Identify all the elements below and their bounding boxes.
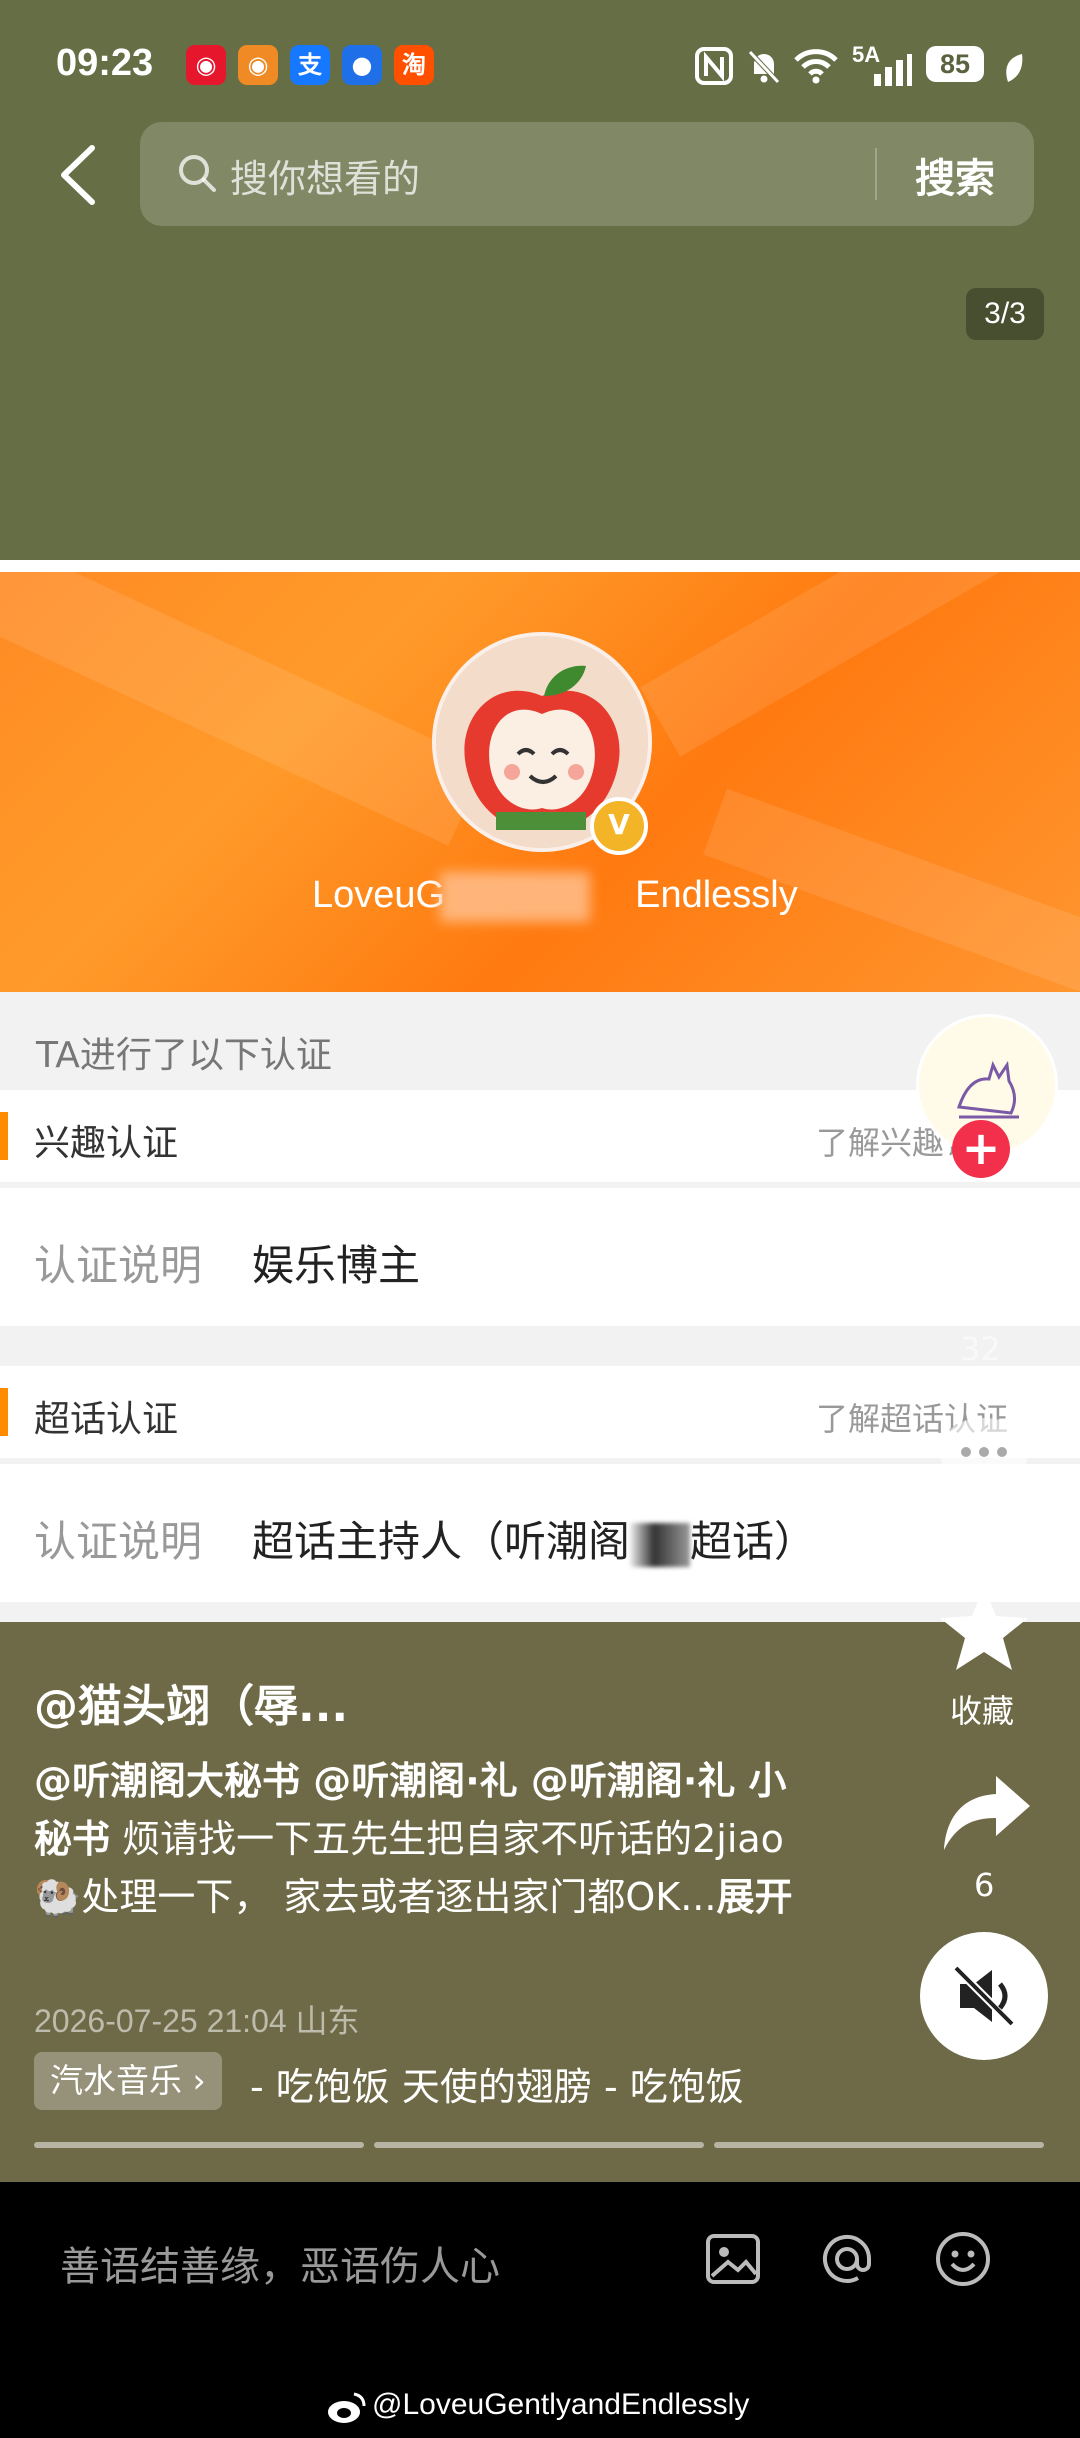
cert-desc-value: 娱乐博主 xyxy=(252,1241,421,1290)
wifi-icon xyxy=(794,49,838,84)
search-button[interactable]: 搜索 xyxy=(915,146,995,204)
post-author[interactable]: @猫头翊（辱... xyxy=(34,1670,348,1734)
watermark-text: @LoveuGentlyandEndlessly xyxy=(372,2388,750,2421)
signal-icon xyxy=(874,54,912,86)
battery-level: 85 xyxy=(926,46,984,82)
cert-row-supertopic: 超话认证 了解超话认证 xyxy=(0,1366,1080,1458)
post-text: 烦请找一下五先生把自家不听话的2jiao🐏处理一下， 家去或者逐出家门都OK..… xyxy=(34,1817,784,1919)
post-info-overlay: @猫头翊（辱... @听潮阁大秘书 @听潮阁·礼 @听潮阁·礼 小秘书 烦请找一… xyxy=(0,1622,1080,2182)
emoji-icon[interactable] xyxy=(934,2230,992,2288)
accent-bar xyxy=(0,1112,8,1160)
chevron-right-icon: › xyxy=(192,2061,206,2100)
follow-plus-button[interactable]: + xyxy=(952,1120,1010,1178)
post-caption: @听潮阁大秘书 @听潮阁·礼 @听潮阁·礼 小秘书 烦请找一下五先生把自家不听话… xyxy=(34,1752,814,1926)
share-count: 6 xyxy=(974,1866,995,1904)
post-meta: 2026-07-25 21:04 山东 xyxy=(34,2003,360,2039)
verified-badge-icon: V xyxy=(590,797,648,855)
username-start: LoveuG xyxy=(312,874,446,916)
cert-desc-row: 认证说明 娱乐博主 xyxy=(0,1188,1080,1326)
cert-desc-label: 认证说明 xyxy=(34,1517,203,1566)
search-divider xyxy=(875,148,877,200)
cert-title: 兴趣认证 xyxy=(34,1123,179,1164)
alipay-icon: 支 xyxy=(290,45,330,85)
qq-icon: ● xyxy=(342,45,382,85)
search-bar[interactable]: 搜你想看的 搜索 xyxy=(140,122,1034,226)
banner-ray xyxy=(640,572,1080,757)
cert-desc-row: 认证说明 超话主持人（听潮阁 超话） xyxy=(0,1464,1080,1602)
progress-segment xyxy=(714,2142,1044,2148)
nfc-icon xyxy=(695,47,733,85)
leaf-icon xyxy=(1006,54,1023,82)
status-bar: 09:23 ◉ ◉ 支 ● 淘 5A 85 xyxy=(0,0,1080,130)
redaction-blur xyxy=(440,872,590,922)
music-tag-label: 汽水音乐 xyxy=(50,2061,182,2100)
back-arrow-icon[interactable] xyxy=(50,140,110,210)
like-count: 32 xyxy=(960,1330,1001,1368)
cert-desc-label: 认证说明 xyxy=(34,1241,203,1290)
progress-segment xyxy=(374,2142,704,2148)
weibo-alt-icon: ◉ xyxy=(238,45,278,85)
speaker-muted-icon xyxy=(953,1965,1015,2027)
comment-bar: 善语结善缘，恶语伤人心 xyxy=(0,2182,1080,2340)
search-icon xyxy=(179,155,216,192)
progress-segment xyxy=(34,2142,364,2148)
cert-title: 超话认证 xyxy=(34,1399,179,1440)
heart-icon[interactable] xyxy=(930,1222,1040,1322)
image-icon[interactable] xyxy=(704,2230,762,2288)
status-time: 09:23 xyxy=(56,42,154,84)
favorite-label: 收藏 xyxy=(950,1692,1015,1730)
weibo-logo-icon xyxy=(328,2392,366,2423)
search-input[interactable]: 搜你想看的 xyxy=(230,148,420,203)
comment-icon[interactable] xyxy=(934,1410,1034,1500)
cert-heading: TA进行了以下认证 xyxy=(36,1035,332,1076)
share-arrow-icon[interactable] xyxy=(938,1770,1034,1856)
image-pager: 3/3 xyxy=(966,288,1044,340)
at-mention-icon[interactable] xyxy=(818,2230,876,2288)
desc-start: 超话主持人（听潮阁 xyxy=(252,1517,631,1566)
taobao-icon: 淘 xyxy=(394,45,434,85)
music-tag[interactable]: 汽水音乐 › xyxy=(34,2052,222,2110)
comment-input[interactable]: 善语结善缘，恶语伤人心 xyxy=(60,2234,500,2292)
weibo-icon: ◉ xyxy=(186,45,226,85)
mute-button[interactable] xyxy=(920,1932,1048,2060)
desc-end: 超话） xyxy=(690,1517,817,1566)
username-end: Endlessly xyxy=(635,874,798,916)
profile-banner: V LoveuG Endlessly xyxy=(0,572,1080,992)
expand-link[interactable]: 展开 xyxy=(716,1875,792,1919)
star-icon[interactable] xyxy=(936,1582,1032,1674)
accent-bar xyxy=(0,1388,8,1436)
redaction-blur xyxy=(630,1522,691,1567)
banner-ray xyxy=(0,572,487,846)
mute-bell-icon xyxy=(748,50,780,84)
cert-desc-value: 超话主持人（听潮阁 超话） xyxy=(252,1508,816,1569)
music-marquee: - 吃饱饭 天使的翅膀 - 吃饱饭 xyxy=(250,2065,744,2109)
divider xyxy=(0,560,1080,572)
